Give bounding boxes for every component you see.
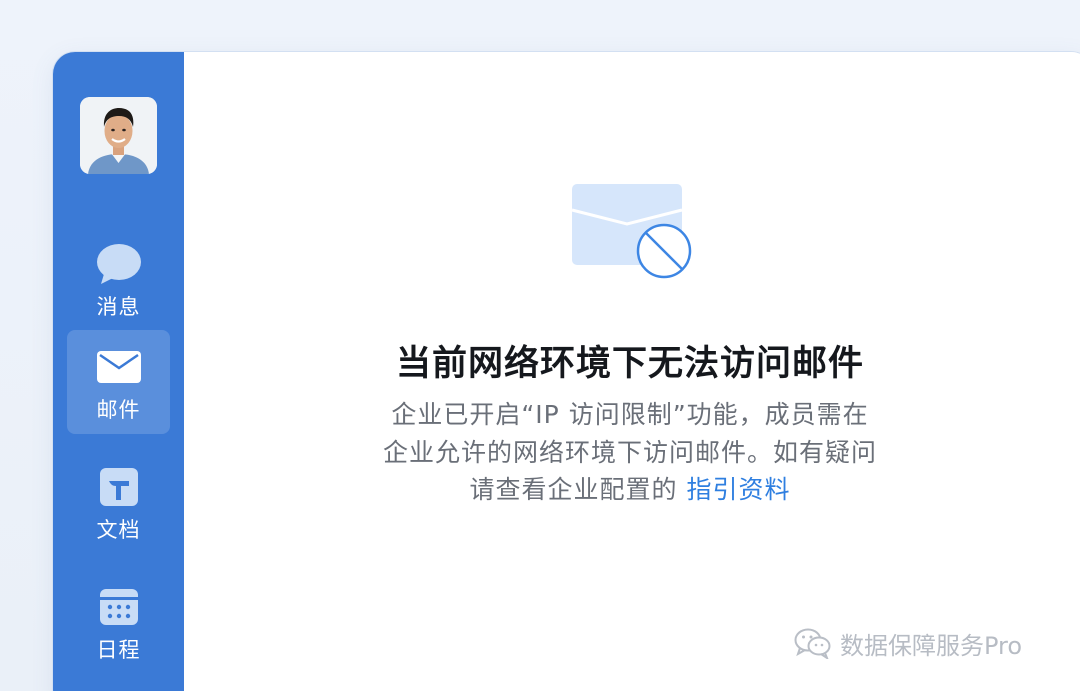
error-description-line-2: 企业允许的网络环境下访问邮件。如有疑问: [382, 438, 877, 467]
error-description-line-1: 企业已开启“IP 访问限制”功能，成员需在: [391, 400, 869, 429]
error-title: 当前网络环境下无法访问邮件: [395, 344, 864, 384]
sidebar-item-messages[interactable]: 消息: [67, 227, 170, 331]
watermark-text: 数据保障服务Pro: [840, 631, 1023, 660]
error-description-line-3: 请查看企业配置的 指引资料: [184, 470, 1076, 506]
sidebar: 消息 邮件 文档 日程: [53, 52, 184, 691]
avatar[interactable]: [80, 97, 157, 174]
wechat-icon: [794, 628, 831, 659]
sidebar-item-mail[interactable]: 邮件: [67, 330, 170, 434]
document-icon: [96, 466, 142, 508]
main-content: 当前网络环境下无法访问邮件 企业已开启“IP 访问限制”功能，成员需在 企业允许…: [184, 52, 1080, 691]
watermark: 数据保障服务Pro: [794, 624, 1022, 662]
sidebar-item-label: 文档: [96, 518, 141, 542]
message-bubble-icon: [96, 243, 142, 285]
description-text: 请查看企业配置的: [469, 475, 678, 504]
calendar-icon: [96, 586, 142, 628]
mail-icon: [96, 346, 142, 388]
sidebar-item-calendar[interactable]: 日程: [67, 570, 170, 674]
sidebar-item-label: 日程: [96, 638, 141, 662]
sidebar-item-label: 消息: [96, 295, 141, 319]
sidebar-item-docs[interactable]: 文档: [67, 450, 170, 554]
sidebar-item-label: 邮件: [96, 398, 141, 422]
mail-blocked-icon: [570, 182, 695, 282]
avatar-photo: [80, 97, 157, 174]
guide-link[interactable]: 指引资料: [686, 475, 790, 504]
screen: 消息 邮件 文档 日程 当前网络环境下无法访问邮件 企业已开启“IP 访问限制”…: [0, 0, 1080, 691]
app-window: 消息 邮件 文档 日程 当前网络环境下无法访问邮件 企业已开启“IP 访问限制”…: [53, 52, 1080, 691]
